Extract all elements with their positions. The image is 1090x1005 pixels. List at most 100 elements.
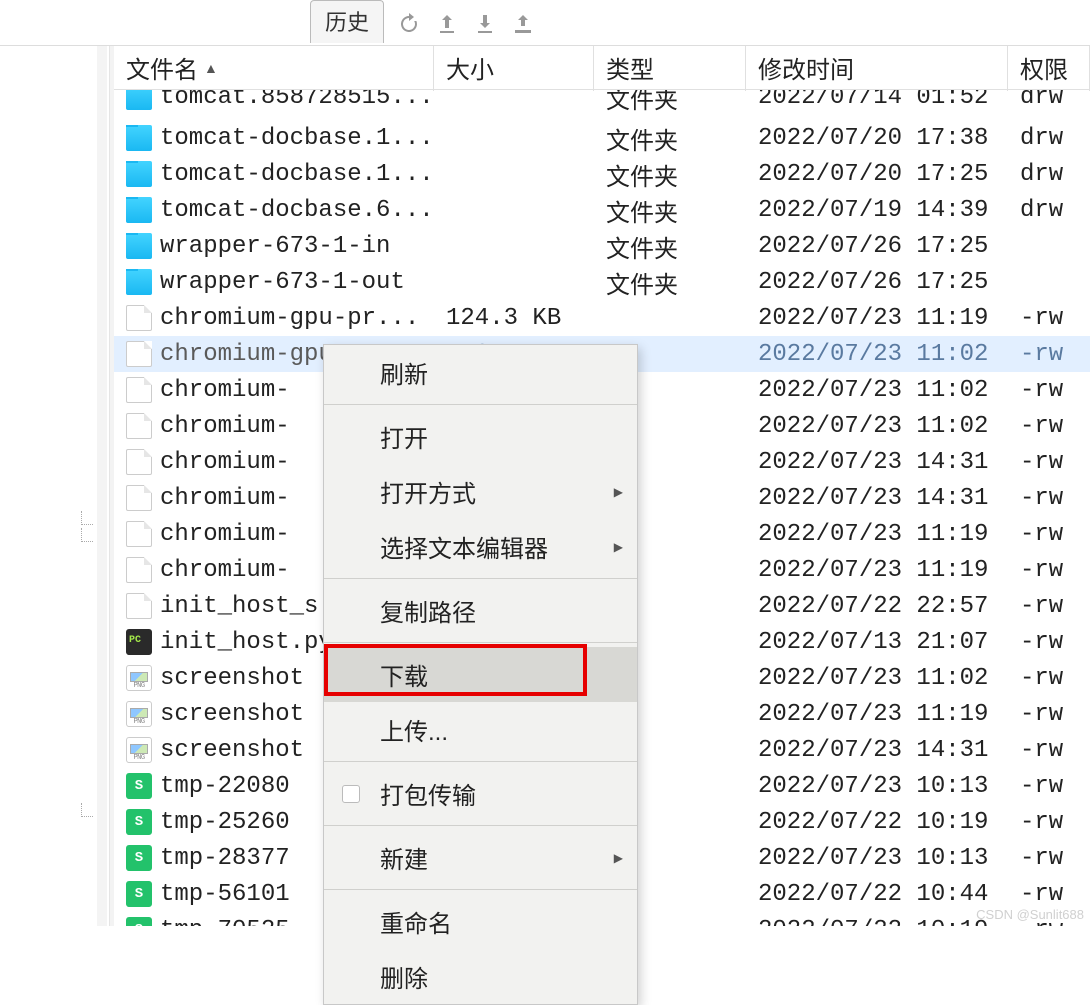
file-size: 124.3 KB [434,305,594,332]
file-perm: drw [1008,125,1090,152]
file-name: chromium- [160,377,290,404]
file-type: 文件夹 [594,90,746,115]
tree-node-stub [81,528,93,542]
upload-arrow-icon[interactable] [434,11,460,37]
table-row[interactable]: tomcat.858728515... 文件夹2022/07/14 01:52dr… [114,90,1090,120]
file-mtime: 2022/07/23 11:02 [746,377,1008,404]
file-icon [126,449,152,475]
refresh-icon[interactable] [396,11,422,37]
col-header-perm[interactable]: 权限 [1008,46,1090,91]
file-mtime: 2022/07/26 17:25 [746,233,1008,260]
file-icon [126,377,152,403]
file-mtime: 2022/07/23 14:31 [746,485,1008,512]
ctx-archive-transfer[interactable]: 打包传输 [324,766,637,821]
png-icon [126,665,152,691]
file-name: tmp-28377 [160,845,290,872]
table-row[interactable]: chromium-gpu-pr...124.3 KB2022/07/23 11:… [114,300,1090,336]
file-icon [126,521,152,547]
checkbox-icon[interactable] [342,785,360,803]
ctx-upload[interactable]: 上传... [324,702,637,757]
folder-icon [126,161,152,187]
py-icon [126,629,152,655]
sfile-icon [126,809,152,835]
file-mtime: 2022/07/22 10:19 [746,917,1008,927]
file-perm: -rw [1008,773,1090,800]
ctx-delete[interactable]: 删除 [324,949,637,1004]
file-icon [126,485,152,511]
file-mtime: 2022/07/14 01:52 [746,90,1008,111]
file-perm: -rw [1008,701,1090,728]
ctx-rename[interactable]: 重命名 [324,894,637,949]
file-name: tmp-22080 [160,773,290,800]
table-row[interactable]: tomcat-docbase.1...文件夹2022/07/20 17:38dr… [114,120,1090,156]
ctx-choose-editor[interactable]: 选择文本编辑器 [324,519,637,574]
context-menu: 刷新 打开 打开方式 选择文本编辑器 复制路径 下载 上传... 打包传输 新建… [323,344,638,1005]
file-mtime: 2022/07/22 10:19 [746,809,1008,836]
file-name: wrapper-673-1-out [160,269,405,296]
file-name: chromium- [160,485,290,512]
file-mtime: 2022/07/23 11:02 [746,665,1008,692]
col-header-size[interactable]: 大小 [434,46,594,91]
file-name: tomcat-docbase.1... [160,125,434,152]
file-mtime: 2022/07/23 14:31 [746,449,1008,476]
table-row[interactable]: wrapper-673-1-out文件夹2022/07/26 17:25 [114,264,1090,300]
file-name: tmp-70525 [160,917,290,927]
ctx-copy-path[interactable]: 复制路径 [324,583,637,638]
col-header-mtime[interactable]: 修改时间 [746,46,1008,91]
file-icon [126,341,152,367]
ctx-refresh[interactable]: 刷新 [324,345,637,400]
file-mtime: 2022/07/20 17:38 [746,125,1008,152]
table-row[interactable]: wrapper-673-1-in文件夹2022/07/26 17:25 [114,228,1090,264]
file-mtime: 2022/07/23 11:19 [746,557,1008,584]
file-perm: drw [1008,90,1090,111]
file-icon [126,593,152,619]
sfile-icon [126,845,152,871]
col-header-type[interactable]: 类型 [594,46,746,91]
png-icon [126,701,152,727]
file-mtime: 2022/07/23 11:19 [746,521,1008,548]
sfile-icon [126,917,152,926]
file-type: 文件夹 [594,157,746,192]
column-header: 文件名 ▲ 大小 类型 修改时间 权限 [114,46,1090,90]
file-mtime: 2022/07/22 10:44 [746,881,1008,908]
tree-pane [0,46,110,926]
ctx-open[interactable]: 打开 [324,409,637,464]
file-name: tomcat.858728515... [160,90,434,111]
table-row[interactable]: tomcat-docbase.1...文件夹2022/07/20 17:25dr… [114,156,1090,192]
folder-icon [126,90,152,110]
download-arrow-icon[interactable] [472,11,498,37]
file-icon [126,557,152,583]
col-header-name-label: 文件名 [126,50,198,85]
file-mtime: 2022/07/23 10:13 [746,845,1008,872]
sfile-icon [126,881,152,907]
sort-asc-icon: ▲ [204,60,218,76]
ctx-separator [324,825,637,826]
file-type: 文件夹 [594,265,746,300]
file-mtime: 2022/07/19 14:39 [746,197,1008,224]
ctx-archive-label: 打包传输 [380,783,476,810]
file-perm: -rw [1008,809,1090,836]
file-name: tmp-56101 [160,881,290,908]
ctx-new[interactable]: 新建 [324,830,637,885]
ctx-open-with[interactable]: 打开方式 [324,464,637,519]
tree-node-stub [81,511,93,525]
file-perm: -rw [1008,449,1090,476]
file-perm: -rw [1008,485,1090,512]
file-perm: -rw [1008,629,1090,656]
tree-scrollbar[interactable] [97,46,107,926]
history-button[interactable]: 历史 [310,0,384,43]
table-row[interactable]: tomcat-docbase.6...文件夹2022/07/19 14:39dr… [114,192,1090,228]
file-name: init_host_s [160,593,318,620]
ctx-separator [324,889,637,890]
file-perm: -rw [1008,377,1090,404]
folder-icon [126,233,152,259]
file-name: tmp-25260 [160,809,290,836]
ctx-separator [324,642,637,643]
col-header-name[interactable]: 文件名 ▲ [114,46,434,91]
file-perm: -rw [1008,413,1090,440]
ctx-download[interactable]: 下载 [324,647,637,702]
file-perm: -rw [1008,557,1090,584]
folder-icon [126,269,152,295]
png-icon [126,737,152,763]
upload-cloud-icon[interactable] [510,11,536,37]
